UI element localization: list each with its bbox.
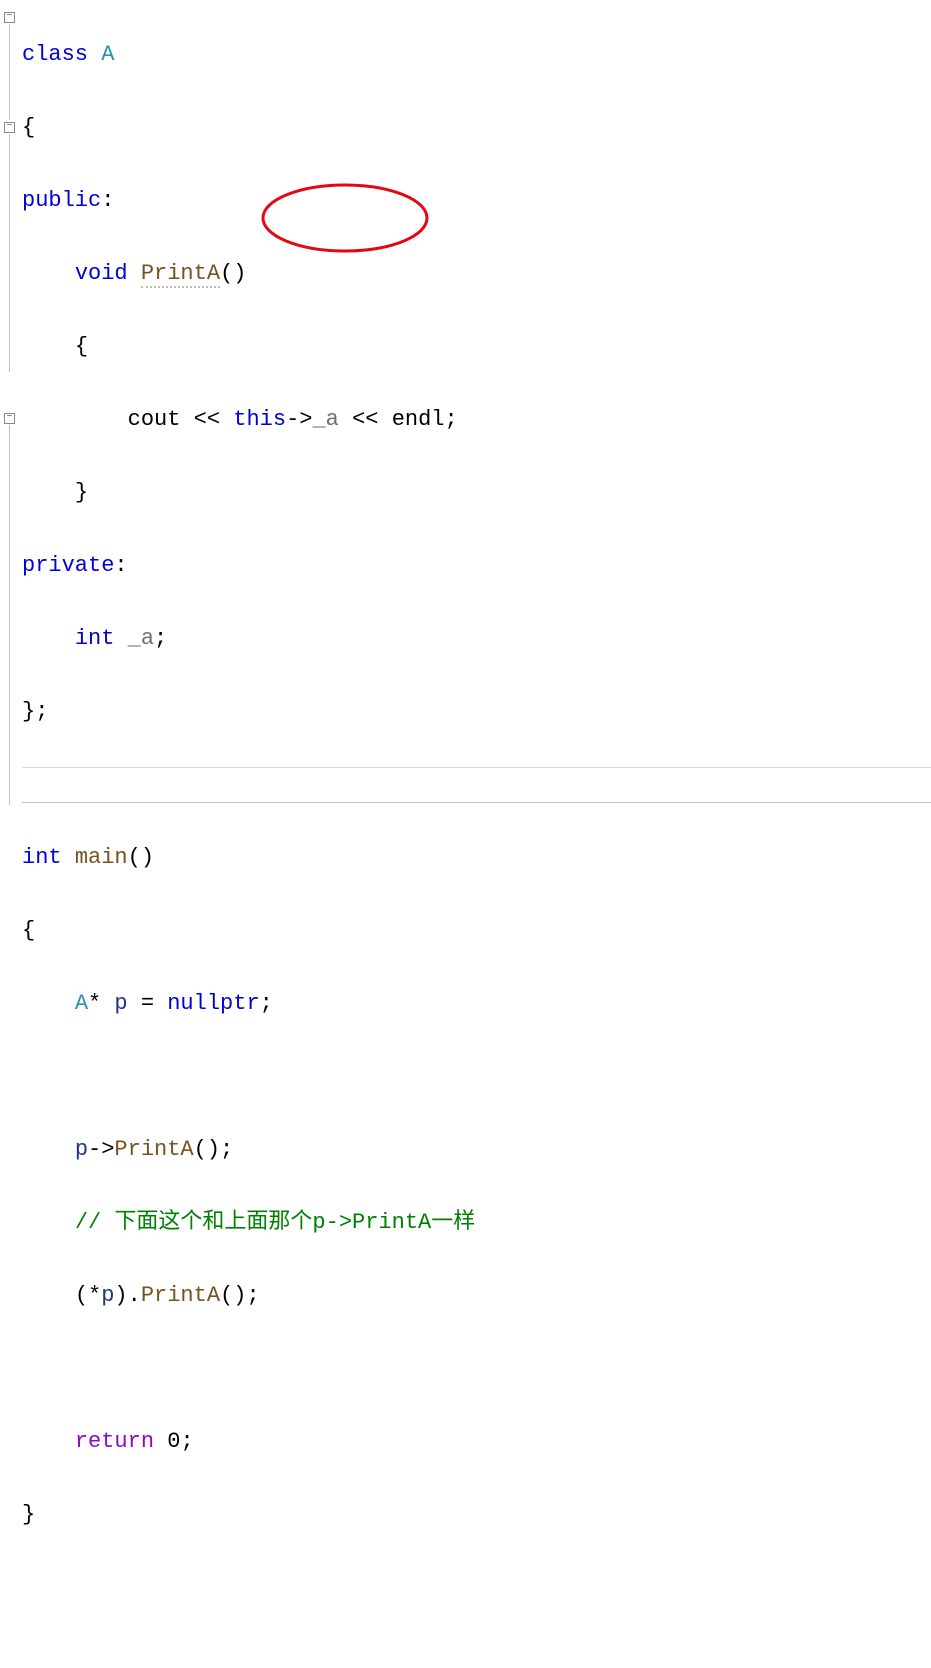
code-line[interactable]: class A — [22, 37, 931, 74]
code-line[interactable]: void PrintA() — [22, 256, 931, 293]
code-line[interactable]: // 下面这个和上面那个p->PrintA一样 — [22, 1205, 931, 1242]
function-call: PrintA — [141, 1283, 220, 1308]
keyword-return: return — [75, 1429, 154, 1454]
local-var: p — [75, 1137, 88, 1162]
type-name: A — [75, 991, 88, 1016]
fold-toggle-method[interactable] — [4, 122, 15, 133]
code-line[interactable]: } — [22, 475, 931, 512]
local-var: p — [101, 1283, 114, 1308]
function-name: PrintA — [141, 261, 220, 288]
code-line[interactable]: private: — [22, 548, 931, 585]
code-line-blank[interactable] — [22, 1059, 931, 1096]
code-line[interactable]: A* p = nullptr; — [22, 986, 931, 1023]
function-main: main — [75, 845, 128, 870]
type-name: A — [101, 42, 114, 67]
code-line[interactable]: int _a; — [22, 621, 931, 658]
function-call: PrintA — [114, 1137, 193, 1162]
member-var: _a — [128, 626, 154, 651]
keyword-public: public — [22, 188, 101, 213]
fold-gutter — [0, 0, 22, 1668]
code-line[interactable]: p->PrintA(); — [22, 1132, 931, 1169]
code-line[interactable]: (*p).PrintA(); — [22, 1278, 931, 1315]
keyword-this: this — [233, 407, 286, 432]
keyword-void: void — [75, 261, 128, 286]
local-var: p — [114, 991, 127, 1016]
keyword-class: class — [22, 42, 88, 67]
code-line[interactable]: return 0; — [22, 1424, 931, 1461]
fold-toggle-main[interactable] — [4, 413, 15, 424]
code-line[interactable]: { — [22, 913, 931, 950]
code-line[interactable]: { — [22, 329, 931, 366]
code-line-blank[interactable] — [22, 1351, 931, 1388]
keyword-private: private — [22, 553, 114, 578]
identifier-cout: cout — [128, 407, 181, 432]
code-line[interactable]: { — [22, 110, 931, 147]
code-content[interactable]: class A { public: void PrintA() { cout <… — [22, 0, 931, 1668]
code-line[interactable]: public: — [22, 183, 931, 220]
code-line-blank[interactable] — [22, 767, 931, 804]
code-line[interactable]: }; — [22, 694, 931, 731]
code-line[interactable]: } — [22, 1497, 931, 1534]
keyword-nullptr: nullptr — [167, 991, 259, 1016]
identifier-endl: endl — [392, 407, 445, 432]
code-line[interactable]: int main() — [22, 840, 931, 877]
member-var: _a — [312, 407, 338, 432]
code-editor[interactable]: class A { public: void PrintA() { cout <… — [0, 0, 931, 1668]
code-line[interactable]: cout << this->_a << endl; — [22, 402, 931, 439]
keyword-int: int — [75, 626, 115, 651]
fold-toggle-class[interactable] — [4, 12, 15, 23]
keyword-int: int — [22, 845, 62, 870]
comment: // 下面这个和上面那个p->PrintA一样 — [75, 1210, 475, 1235]
